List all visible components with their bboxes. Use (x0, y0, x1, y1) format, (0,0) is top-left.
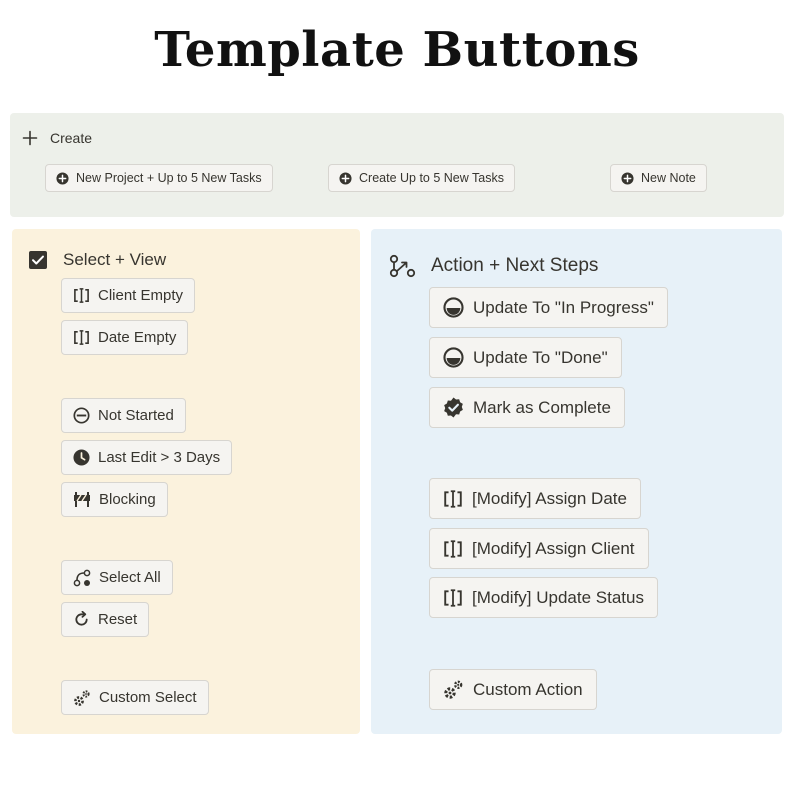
gauge-empty-icon (73, 407, 90, 424)
custom-action-button[interactable]: Custom Action (429, 669, 597, 710)
update-status-button-label: [Modify] Update Status (472, 587, 644, 607)
create-tasks-button[interactable]: Create Up to 5 New Tasks (328, 164, 515, 192)
gears-icon (73, 689, 91, 707)
not-started-button-label: Not Started (98, 407, 174, 424)
select-bracket-icon (443, 539, 463, 559)
blocking-button[interactable]: Blocking (61, 482, 168, 517)
assign-date-button[interactable]: [Modify] Assign Date (429, 478, 641, 519)
plus-circle-icon (56, 171, 69, 185)
mark-complete-button[interactable]: Mark as Complete (429, 387, 625, 428)
custom-select-button[interactable]: Custom Select (61, 680, 209, 715)
create-header-label: Create (50, 130, 93, 146)
plus-icon (22, 130, 38, 146)
new-project-button[interactable]: New Project + Up to 5 New Tasks (45, 164, 273, 192)
reset-button-label: Reset (98, 611, 138, 628)
client-empty-button[interactable]: Client Empty (61, 278, 196, 313)
assign-client-button[interactable]: [Modify] Assign Client (429, 528, 649, 569)
select-bracket-icon (73, 287, 90, 304)
plus-circle-icon (339, 171, 352, 185)
blocking-button-label: Blocking (99, 491, 156, 508)
select-bracket-icon (73, 329, 90, 346)
new-note-button[interactable]: New Note (610, 164, 707, 192)
select-all-button[interactable]: Select All (61, 560, 173, 595)
action-header[interactable]: Action + Next Steps (389, 254, 598, 278)
gauge-half-icon (443, 297, 464, 318)
select-view-header[interactable]: Select + View (29, 250, 166, 270)
gears-icon (443, 679, 464, 700)
date-empty-button[interactable]: Date Empty (61, 320, 189, 355)
reset-icon (73, 611, 90, 628)
action-header-label: Action + Next Steps (431, 255, 599, 276)
last-edit-button[interactable]: Last Edit > 3 Days (61, 440, 233, 475)
assign-date-button-label: [Modify] Assign Date (472, 488, 627, 508)
action-panel: Action + Next Steps Update To "In Progre… (371, 229, 782, 734)
update-status-button[interactable]: [Modify] Update Status (429, 577, 658, 618)
select-view-panel: Select + View Client Empty Date Empty No… (12, 229, 360, 734)
select-bracket-icon (443, 588, 463, 608)
custom-select-button-label: Custom Select (99, 689, 197, 706)
plus-circle-icon (621, 171, 634, 185)
new-project-button-label: New Project + Up to 5 New Tasks (76, 171, 262, 185)
create-tasks-button-label: Create Up to 5 New Tasks (359, 171, 504, 185)
gauge-half-icon (443, 347, 464, 368)
not-started-button[interactable]: Not Started (61, 398, 186, 433)
update-in-progress-button-label: Update To "In Progress" (473, 297, 654, 317)
checkbox-checked-icon (29, 251, 47, 269)
date-empty-button-label: Date Empty (98, 329, 177, 346)
page-title: Template Buttons (154, 22, 640, 78)
verified-badge-icon (443, 397, 464, 418)
clock-icon (73, 449, 90, 466)
select-view-header-label: Select + View (63, 250, 167, 269)
select-bracket-icon (443, 489, 463, 509)
new-note-button-label: New Note (641, 171, 696, 185)
custom-action-button-label: Custom Action (473, 679, 583, 699)
reset-button[interactable]: Reset (61, 602, 150, 637)
create-panel: Create New Project + Up to 5 New Tasks C… (10, 113, 784, 217)
create-header[interactable]: Create (22, 130, 92, 146)
client-empty-button-label: Client Empty (98, 287, 184, 304)
mark-complete-button-label: Mark as Complete (473, 397, 611, 417)
select-all-icon (73, 569, 91, 587)
last-edit-button-label: Last Edit > 3 Days (98, 449, 221, 466)
barrier-icon (73, 491, 91, 508)
select-all-button-label: Select All (99, 569, 161, 586)
assign-client-button-label: [Modify] Assign Client (472, 538, 635, 558)
flow-icon (389, 254, 417, 278)
update-done-button-label: Update To "Done" (473, 347, 608, 367)
update-done-button[interactable]: Update To "Done" (429, 337, 622, 378)
update-in-progress-button[interactable]: Update To "In Progress" (429, 287, 668, 328)
